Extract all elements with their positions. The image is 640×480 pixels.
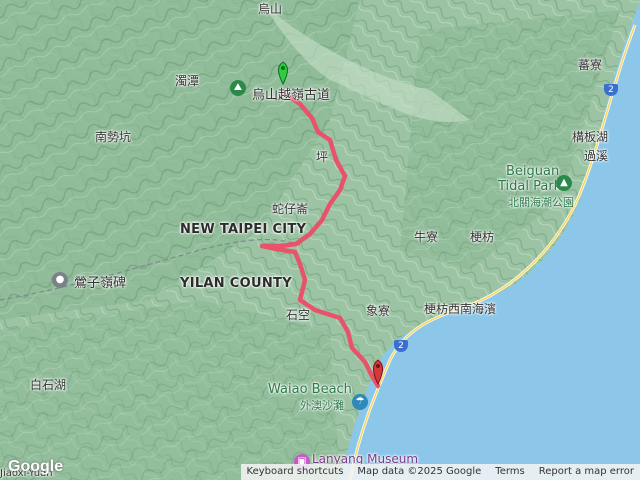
- beach-label[interactable]: 外澳沙灘: [300, 397, 344, 413]
- park-label[interactable]: Tidal Park: [498, 179, 561, 194]
- beach-icon[interactable]: ☂: [352, 394, 368, 410]
- place-label: 烏山: [258, 2, 283, 16]
- park-icon[interactable]: ▲: [556, 175, 572, 191]
- place-label: 梗枋: [470, 230, 495, 244]
- landmark-label[interactable]: 鶯子嶺碑: [74, 272, 126, 291]
- admin-label-yilan: YILAN COUNTY: [180, 276, 292, 291]
- trail-label[interactable]: 烏山越嶺古道: [252, 84, 330, 103]
- place-label: 南勢坑: [95, 130, 132, 144]
- park-label[interactable]: 北關海潮公園: [508, 194, 574, 210]
- place-label: 牛寮: [414, 230, 439, 244]
- beach-label[interactable]: Waiao Beach: [268, 382, 352, 397]
- landmark-icon[interactable]: ●: [52, 272, 68, 288]
- map-footer: Google Keyboard shortcuts Map data ©2025…: [0, 458, 640, 480]
- place-label: 石空: [286, 308, 311, 322]
- place-label: 坪: [316, 150, 329, 164]
- place-label: 梗枋西南海濱: [424, 302, 497, 316]
- admin-label-new-taipei: NEW TAIPEI CITY: [180, 222, 307, 237]
- place-label: 濁潭: [175, 74, 200, 88]
- park-icon[interactable]: ⛰: [230, 80, 246, 96]
- place-label: 過溪: [584, 149, 609, 163]
- map-data-text: Map data ©2025 Google: [357, 466, 482, 477]
- attribution-bar: Keyboard shortcuts Map data ©2025 Google…: [240, 464, 640, 480]
- place-label: 蛇仔崙: [272, 202, 309, 216]
- place-label: 蕃寮: [578, 58, 603, 72]
- park-label[interactable]: Beiguan: [506, 164, 559, 179]
- google-logo: Google: [8, 458, 64, 475]
- terms-link[interactable]: Terms: [495, 464, 524, 480]
- place-label: 構板湖: [572, 130, 609, 144]
- place-label: 象寮: [366, 304, 391, 318]
- keyboard-shortcuts-link[interactable]: Keyboard shortcuts: [247, 464, 344, 480]
- place-label: 白石湖: [30, 378, 67, 392]
- report-error-link[interactable]: Report a map error: [539, 464, 634, 480]
